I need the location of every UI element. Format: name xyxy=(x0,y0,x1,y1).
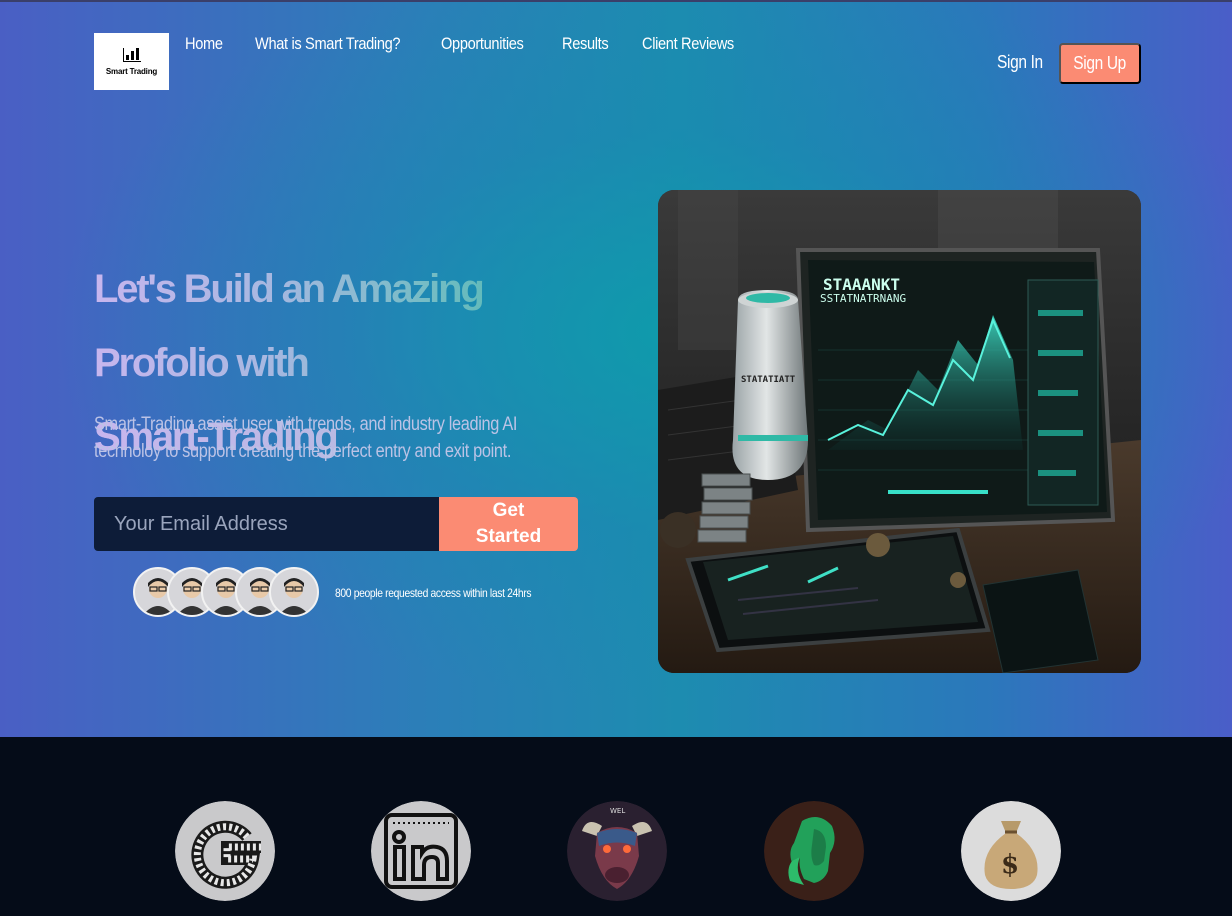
nav-client-reviews[interactable]: Client Reviews xyxy=(642,34,734,54)
svg-text:WEL: WEL xyxy=(610,807,625,815)
google-icon[interactable] xyxy=(175,801,275,901)
partners-section: WEL $ xyxy=(0,737,1232,916)
nav-what-is[interactable]: What is Smart Trading? xyxy=(255,34,401,54)
headline-line-1: Let's Build an Amazing Profolio with xyxy=(94,267,483,385)
screen-subtitle: SSTATNATRNANG xyxy=(820,292,906,305)
avatar-stack xyxy=(133,567,323,617)
logo-text: Smart Trading xyxy=(105,66,158,76)
money-bag-icon[interactable]: $ xyxy=(961,801,1061,901)
svg-text:$: $ xyxy=(1001,850,1019,880)
hero-image: STAAANKT SSTATNATRNANG STATATIATT xyxy=(658,190,1141,673)
sign-in-link[interactable]: Sign In xyxy=(997,52,1043,73)
nav-results[interactable]: Results xyxy=(562,34,609,54)
bull-logo[interactable]: WEL xyxy=(567,801,667,901)
hero-section: Smart Trading Home What is Smart Trading… xyxy=(0,0,1232,737)
signup-form: Get Started xyxy=(94,497,578,551)
can-label: STATATIATT xyxy=(741,375,796,385)
nav-opportunities[interactable]: Opportunities xyxy=(441,34,524,54)
avatar xyxy=(269,567,319,617)
bar-chart-icon xyxy=(122,47,141,62)
hero-subtitle: Smart-Trading assist user with trends, a… xyxy=(94,414,518,462)
green-head-logo[interactable] xyxy=(764,801,864,901)
trading-desk-illustration: STAAANKT SSTATNATRNANG STATATIATT xyxy=(658,190,1141,673)
sign-up-button[interactable]: Sign Up xyxy=(1059,43,1141,84)
logo[interactable]: Smart Trading xyxy=(94,33,169,90)
access-note: 800 people requested access within last … xyxy=(335,586,532,600)
linkedin-icon[interactable] xyxy=(371,801,471,901)
get-started-button[interactable]: Get Started xyxy=(439,497,578,551)
nav-home[interactable]: Home xyxy=(185,34,223,54)
email-input[interactable] xyxy=(94,497,439,551)
